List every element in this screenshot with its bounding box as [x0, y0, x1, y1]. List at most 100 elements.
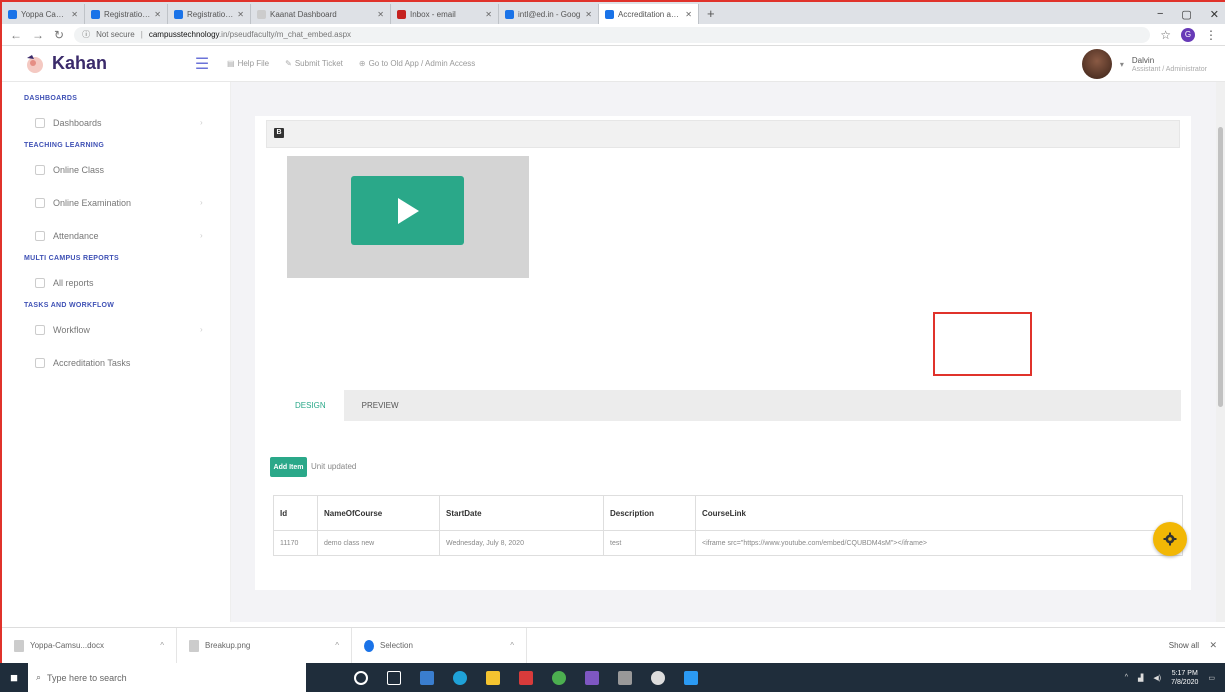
- forward-icon[interactable]: →: [32, 28, 44, 42]
- ticket-icon: ✎: [285, 59, 292, 68]
- tab-title: Registration Form: [187, 9, 233, 19]
- chrome-icon[interactable]: [552, 670, 566, 685]
- notifications-icon[interactable]: ▭: [1208, 674, 1215, 682]
- bold-icon[interactable]: B: [274, 128, 284, 138]
- sidebar-item-attendance[interactable]: Attendance ›: [2, 219, 230, 252]
- show-all-button[interactable]: Show all: [1169, 641, 1199, 650]
- column-header[interactable]: CourseLink: [695, 495, 1183, 531]
- info-icon[interactable]: ⓘ: [82, 29, 90, 40]
- browser-tab[interactable]: Registration Form ✕: [168, 4, 251, 24]
- cortana-icon[interactable]: [354, 670, 368, 685]
- close-icon[interactable]: ✕: [485, 10, 492, 19]
- chevron-up-icon[interactable]: ^: [335, 641, 339, 650]
- windows-start-icon[interactable]: ■: [0, 670, 28, 685]
- settings-gear-button[interactable]: [1153, 522, 1187, 556]
- app-logo[interactable]: Kahan: [2, 53, 177, 75]
- close-icon[interactable]: ✕: [685, 10, 692, 19]
- download-item[interactable]: Yoppa-Camsu...docx ^: [2, 627, 177, 664]
- browser-tab-strip: Yoppa Camsu form ✕ Registration Form ✕ Reg…: [2, 2, 1225, 24]
- class-icon: [35, 164, 45, 175]
- back-icon[interactable]: ←: [10, 28, 22, 42]
- tab-preview[interactable]: PREVIEW: [344, 401, 417, 410]
- chevron-up-icon[interactable]: ^: [160, 641, 164, 650]
- close-icon[interactable]: ✕: [377, 10, 384, 19]
- table-row[interactable]: 11170 demo class new Wednesday, July 8, …: [273, 530, 1183, 556]
- file-explorer-icon[interactable]: [486, 670, 500, 685]
- sidebar-item-label: Workflow: [53, 324, 90, 335]
- app-icon[interactable]: [684, 670, 698, 685]
- old-app-link[interactable]: ⊕ Go to Old App / Admin Access: [359, 59, 475, 68]
- tab-title: Inbox - email: [410, 9, 456, 19]
- task-view-icon[interactable]: [387, 670, 401, 685]
- browser-tab[interactable]: Registration Form ✕: [85, 4, 168, 24]
- column-header[interactable]: Description: [603, 495, 696, 531]
- app-icon[interactable]: [618, 670, 632, 685]
- page-scrollbar[interactable]: [1216, 82, 1225, 622]
- browser-tab[interactable]: intl@ed.in - Goog ✕: [499, 4, 599, 24]
- browser-tab[interactable]: Inbox - email ✕: [391, 4, 499, 24]
- close-icon[interactable]: ✕: [585, 10, 592, 19]
- play-icon: [397, 197, 419, 224]
- help-file-link[interactable]: ▤ Help File: [227, 59, 269, 68]
- sidebar-item-all-reports[interactable]: All reports: [2, 266, 230, 299]
- close-window-button[interactable]: ✕: [1210, 8, 1219, 21]
- sidebar-item-dashboards[interactable]: Dashboards ›: [2, 106, 230, 139]
- app-icon[interactable]: [420, 670, 434, 685]
- sidebar-section-reports: MULTI CAMPUS REPORTS: [24, 255, 119, 262]
- favicon-icon: [8, 9, 17, 19]
- editor-card: B DESIGN PREVIEW Add Item Unit updated I…: [255, 116, 1191, 590]
- favicon-icon: [605, 9, 614, 19]
- shield-icon[interactable]: [651, 670, 665, 685]
- url-field[interactable]: ⓘ Not secure | campusstechnology.in/pseu…: [74, 26, 1151, 43]
- sidebar-item-workflow[interactable]: Workflow ›: [2, 313, 230, 346]
- link-icon: ⊕: [358, 59, 366, 68]
- sidebar-item-accreditation[interactable]: Accreditation Tasks: [2, 346, 230, 379]
- bookmark-star-icon[interactable]: ☆: [1160, 28, 1171, 42]
- column-header[interactable]: Id: [273, 495, 318, 531]
- edge-icon[interactable]: [453, 670, 467, 685]
- browser-tab[interactable]: Kaanat Dashboard ✕: [251, 4, 391, 24]
- sidebar-item-online-examination[interactable]: Online Examination ›: [2, 186, 230, 219]
- table-cell: <iframe src="https://www.youtube.com/emb…: [695, 530, 1183, 556]
- taskbar-clock[interactable]: 5:17 PM 7/8/2020: [1171, 669, 1198, 687]
- close-icon[interactable]: ✕: [1209, 640, 1217, 651]
- volume-icon[interactable]: ◀): [1153, 674, 1161, 682]
- new-tab-button[interactable]: +: [699, 4, 723, 24]
- hamburger-menu-icon[interactable]: ☰: [177, 54, 227, 74]
- table-cell: Wednesday, July 8, 2020: [439, 530, 604, 556]
- column-header[interactable]: NameOfCourse: [317, 495, 440, 531]
- download-name: Selection: [380, 641, 413, 650]
- browser-tab[interactable]: Yoppa Camsu form ✕: [2, 4, 85, 24]
- minimize-button[interactable]: −: [1157, 8, 1163, 20]
- chevron-down-icon[interactable]: ▾: [1120, 60, 1124, 69]
- visual-studio-icon[interactable]: [585, 670, 599, 685]
- app-icon[interactable]: [519, 670, 533, 685]
- network-icon[interactable]: ▟: [1138, 674, 1143, 682]
- maximize-button[interactable]: ▢: [1181, 8, 1191, 21]
- submit-ticket-link[interactable]: ✎ Submit Ticket: [285, 59, 343, 68]
- add-item-button[interactable]: Add Item: [270, 457, 307, 477]
- download-item[interactable]: Breakup.png ^: [177, 627, 352, 664]
- user-menu[interactable]: ▾ Dalvin Assistant / Administrator: [1081, 49, 1207, 79]
- scrollbar-thumb[interactable]: [1218, 127, 1223, 407]
- clock-date: 7/8/2020: [1171, 678, 1199, 686]
- play-button[interactable]: [351, 176, 464, 245]
- sidebar-item-online-class[interactable]: Online Class: [2, 153, 230, 186]
- tray-chevron-icon[interactable]: ^: [1125, 674, 1128, 681]
- browser-menu-icon[interactable]: ⋮: [1205, 28, 1217, 42]
- editor-toolbar: B: [266, 120, 1180, 148]
- close-icon[interactable]: ✕: [154, 10, 161, 19]
- avatar[interactable]: [1081, 49, 1112, 79]
- close-icon[interactable]: ✕: [71, 10, 78, 19]
- video-embed[interactable]: [287, 156, 529, 278]
- profile-avatar[interactable]: G: [1181, 27, 1195, 42]
- reload-icon[interactable]: ↻: [54, 28, 64, 42]
- download-item[interactable]: Selection ^: [352, 627, 527, 664]
- taskbar-search[interactable]: ⌕ Type here to search: [28, 663, 306, 692]
- column-header[interactable]: StartDate: [439, 495, 604, 531]
- sidebar-item-label: Attendance: [53, 230, 99, 241]
- tab-design[interactable]: DESIGN: [277, 390, 344, 421]
- close-icon[interactable]: ✕: [237, 10, 244, 19]
- chevron-up-icon[interactable]: ^: [510, 641, 514, 650]
- browser-tab-active[interactable]: Accreditation and C ✕: [599, 4, 699, 24]
